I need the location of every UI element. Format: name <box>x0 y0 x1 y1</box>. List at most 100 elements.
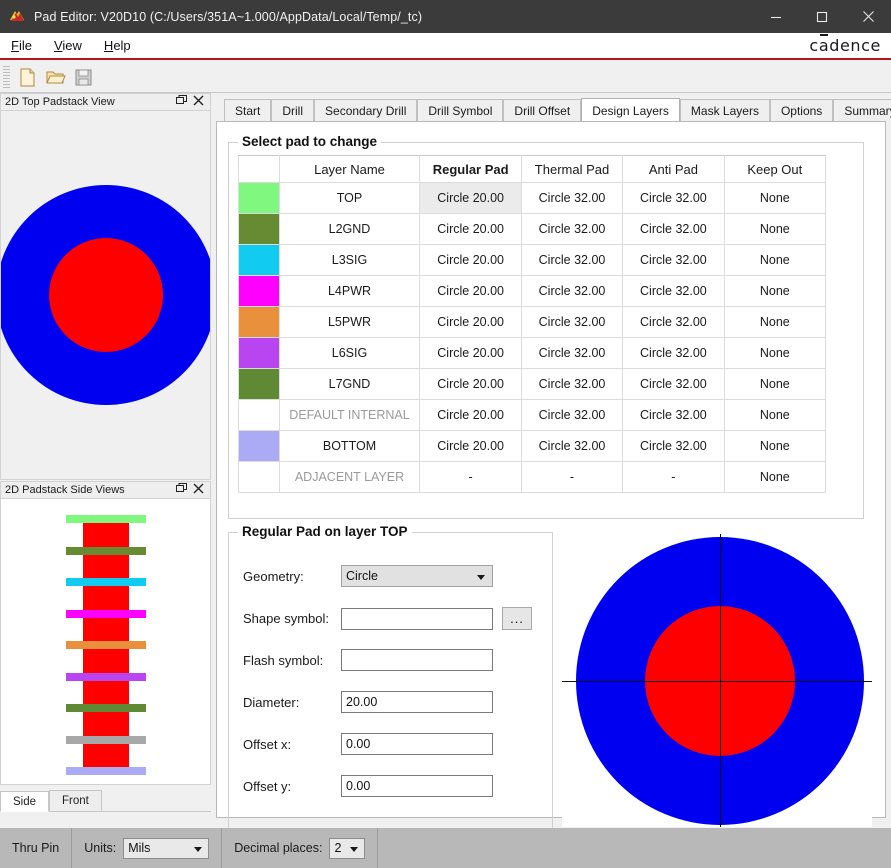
regular-pad-cell[interactable]: Circle 20.00 <box>419 306 522 338</box>
layer-name-cell[interactable]: TOP <box>278 182 421 214</box>
regular-pad-cell[interactable]: Circle 20.00 <box>419 275 522 307</box>
tab-side[interactable]: Side <box>0 791 50 812</box>
thermal-pad-cell[interactable]: Circle 32.00 <box>520 399 624 431</box>
offset-y-input[interactable]: 0.00 <box>341 775 493 797</box>
side-padstack-canvas[interactable] <box>0 498 211 785</box>
thermal-pad-cell[interactable]: Circle 32.00 <box>520 275 624 307</box>
thermal-pad-cell[interactable]: Circle 32.00 <box>520 306 624 338</box>
regular-pad-cell[interactable]: Circle 20.00 <box>419 213 522 245</box>
anti-pad-cell[interactable]: Circle 32.00 <box>622 213 725 245</box>
layer-name-cell[interactable]: DEFAULT INTERNAL <box>278 399 421 431</box>
layer-name-cell[interactable]: L4PWR <box>278 275 421 307</box>
shape-symbol-input[interactable] <box>341 607 493 630</box>
thermal-pad-cell[interactable]: - <box>520 461 624 493</box>
close-button[interactable] <box>845 0 891 33</box>
regular-pad-cell[interactable]: - <box>419 461 522 493</box>
layer-name-cell[interactable]: ADJACENT LAYER <box>278 461 421 493</box>
table-row[interactable]: ADJACENT LAYER - - - None <box>238 461 827 493</box>
anti-pad-cell[interactable]: Circle 32.00 <box>622 430 725 462</box>
regular-pad-cell[interactable]: Circle 20.00 <box>419 337 522 369</box>
anti-pad-cell[interactable]: Circle 32.00 <box>622 244 725 276</box>
anti-pad-cell[interactable]: Circle 32.00 <box>622 306 725 338</box>
save-icon[interactable] <box>69 64 97 90</box>
anti-pad-cell[interactable]: - <box>622 461 725 493</box>
top-padstack-canvas[interactable] <box>0 110 211 480</box>
thermal-pad-cell[interactable]: Circle 32.00 <box>520 368 624 400</box>
layer-name-cell[interactable]: L5PWR <box>278 306 421 338</box>
thermal-pad-cell[interactable]: Circle 32.00 <box>520 430 624 462</box>
maximize-button[interactable] <box>799 0 845 33</box>
regular-pad-cell[interactable]: Circle 20.00 <box>419 182 522 214</box>
thermal-pad-cell[interactable]: Circle 32.00 <box>520 337 624 369</box>
column-header-anti-pad[interactable]: Anti Pad <box>622 155 725 183</box>
tab-options[interactable]: Options <box>769 99 834 122</box>
column-header-layer-name[interactable]: Layer Name <box>278 155 421 183</box>
layer-name-cell[interactable]: L7GND <box>278 368 421 400</box>
float-icon[interactable] <box>176 483 187 497</box>
keep-out-cell[interactable]: None <box>723 461 827 493</box>
tab-mask-layers[interactable]: Mask Layers <box>679 99 770 122</box>
offset-x-input[interactable]: 0.00 <box>341 733 493 755</box>
anti-pad-cell[interactable]: Circle 32.00 <box>622 399 725 431</box>
tab-drill-offset[interactable]: Drill Offset <box>503 99 582 122</box>
menu-file[interactable]: File <box>0 35 43 56</box>
table-row[interactable]: L3SIG Circle 20.00 Circle 32.00 Circle 32.0… <box>238 244 827 276</box>
table-row[interactable]: L2GND Circle 20.00 Circle 32.00 Circle 32.0… <box>238 213 827 245</box>
tab-front[interactable]: Front <box>49 790 102 811</box>
keep-out-cell[interactable]: None <box>723 368 827 400</box>
close-icon[interactable] <box>193 483 204 497</box>
thermal-pad-cell[interactable]: Circle 32.00 <box>520 182 624 214</box>
keep-out-cell[interactable]: None <box>723 244 827 276</box>
column-header-keep-out[interactable]: Keep Out <box>723 155 827 183</box>
regular-pad-cell[interactable]: Circle 20.00 <box>419 244 522 276</box>
table-row[interactable]: L5PWR Circle 20.00 Circle 32.00 Circle 32.0… <box>238 306 827 338</box>
anti-pad-cell[interactable]: Circle 32.00 <box>622 337 725 369</box>
close-icon[interactable] <box>193 95 204 109</box>
anti-pad-cell[interactable]: Circle 32.00 <box>622 368 725 400</box>
table-row[interactable]: L4PWR Circle 20.00 Circle 32.00 Circle 32.0… <box>238 275 827 307</box>
keep-out-cell[interactable]: None <box>723 430 827 462</box>
diameter-input[interactable]: 20.00 <box>341 691 493 713</box>
pad-layers-table[interactable]: Layer Name Regular Pad Thermal Pad Anti … <box>238 155 827 493</box>
tab-drill-symbol[interactable]: Drill Symbol <box>417 99 504 122</box>
anti-pad-cell[interactable]: Circle 32.00 <box>622 275 725 307</box>
flash-symbol-input[interactable] <box>341 649 493 671</box>
keep-out-cell[interactable]: None <box>723 213 827 245</box>
toolbar-grip[interactable] <box>3 66 10 88</box>
regular-pad-cell[interactable]: Circle 20.00 <box>419 399 522 431</box>
thermal-pad-cell[interactable]: Circle 32.00 <box>520 213 624 245</box>
table-row[interactable]: TOP Circle 20.00 Circle 32.00 Circle 32.00 N… <box>238 182 827 214</box>
anti-pad-cell[interactable]: Circle 32.00 <box>622 182 725 214</box>
thermal-pad-cell[interactable]: Circle 32.00 <box>520 244 624 276</box>
menu-view[interactable]: View <box>43 35 93 56</box>
keep-out-cell[interactable]: None <box>723 306 827 338</box>
float-icon[interactable] <box>176 95 187 109</box>
keep-out-cell[interactable]: None <box>723 275 827 307</box>
open-folder-icon[interactable] <box>41 64 69 90</box>
column-header-thermal-pad[interactable]: Thermal Pad <box>520 155 624 183</box>
layer-name-cell[interactable]: L3SIG <box>278 244 421 276</box>
keep-out-cell[interactable]: None <box>723 182 827 214</box>
layer-name-cell[interactable]: L6SIG <box>278 337 421 369</box>
layer-name-cell[interactable]: L2GND <box>278 213 421 245</box>
minimize-button[interactable] <box>753 0 799 33</box>
table-row[interactable]: L6SIG Circle 20.00 Circle 32.00 Circle 32.0… <box>238 337 827 369</box>
new-file-icon[interactable] <box>13 64 41 90</box>
table-row[interactable]: L7GND Circle 20.00 Circle 32.00 Circle 32.0… <box>238 368 827 400</box>
column-header-regular-pad[interactable]: Regular Pad <box>419 155 522 183</box>
regular-pad-cell[interactable]: Circle 20.00 <box>419 430 522 462</box>
shape-symbol-browse-button[interactable]: ... <box>502 607 532 630</box>
tab-drill[interactable]: Drill <box>271 99 315 122</box>
table-row[interactable]: DEFAULT INTERNAL Circle 20.00 Circle 32.00… <box>238 399 827 431</box>
geometry-select[interactable]: Circle <box>341 565 493 587</box>
tab-summary[interactable]: Summary <box>833 99 891 122</box>
units-select[interactable]: Mils <box>123 837 210 859</box>
table-row[interactable]: BOTTOM Circle 20.00 Circle 32.00 Circle 32.… <box>238 430 827 462</box>
decimal-places-select[interactable]: 2 <box>329 837 366 859</box>
keep-out-cell[interactable]: None <box>723 337 827 369</box>
tab-design-layers[interactable]: Design Layers <box>581 98 680 122</box>
layer-name-cell[interactable]: BOTTOM <box>278 430 421 462</box>
regular-pad-cell[interactable]: Circle 20.00 <box>419 368 522 400</box>
keep-out-cell[interactable]: None <box>723 399 827 431</box>
menu-help[interactable]: Help <box>93 35 142 56</box>
